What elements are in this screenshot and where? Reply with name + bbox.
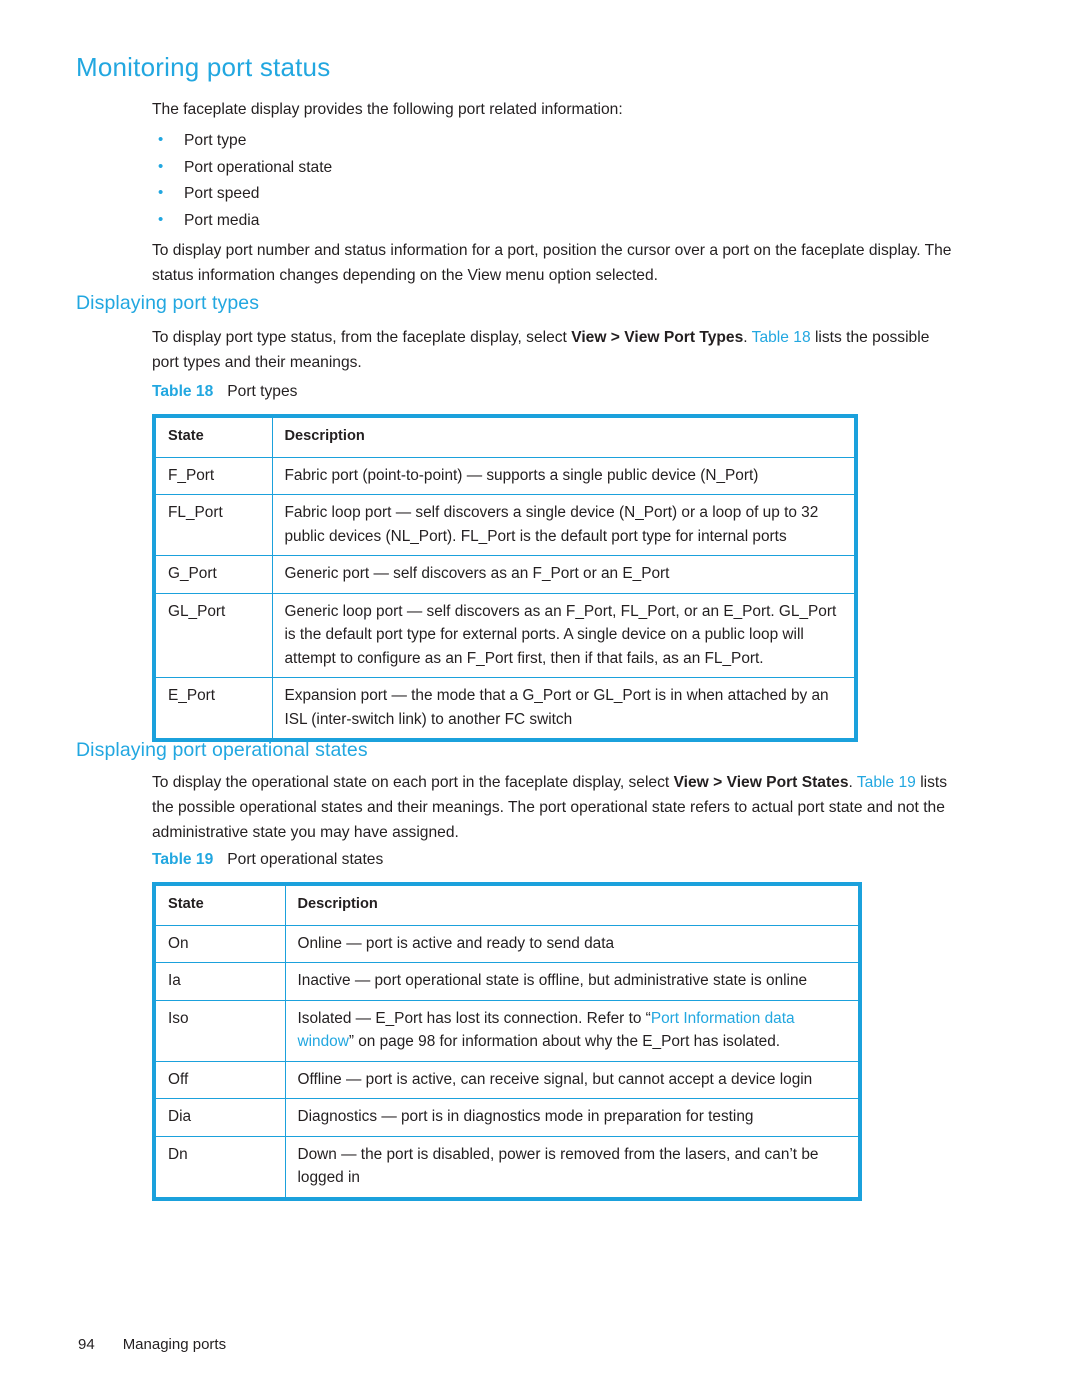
table-row: Iso Isolated — E_Port has lost its conne… xyxy=(153,999,861,1062)
cell-description: Expansion port — the mode that a G_Port … xyxy=(271,677,857,741)
cell-description: Online — port is active and ready to sen… xyxy=(284,924,861,963)
document-page: Monitoring port status The faceplate dis… xyxy=(0,0,1080,1397)
table-port-types: State Description F_Port Fabric port (po… xyxy=(152,414,858,742)
column-header-state: State xyxy=(153,415,273,458)
cell-state: Dia xyxy=(153,1098,286,1137)
table-row: G_Port Generic port — self discovers as … xyxy=(153,555,857,594)
table-19-caption-text: Port operational states xyxy=(227,851,384,868)
cell-description: Diagnostics — port is in diagnostics mod… xyxy=(284,1098,861,1137)
page-footer: 94 Managing ports xyxy=(78,1336,226,1353)
cell-state: FL_Port xyxy=(153,494,273,556)
table-row: E_Port Expansion port — the mode that a … xyxy=(153,677,857,741)
menu-path-view-port-types: View > View Port Types xyxy=(571,329,744,346)
port-states-paragraph-pre: To display the operational state on each… xyxy=(152,774,674,791)
port-types-paragraph: To display port type status, from the fa… xyxy=(152,325,952,375)
cell-state: Dn xyxy=(153,1135,286,1199)
cell-state: Ia xyxy=(153,962,286,1001)
cross-reference-table-18[interactable]: Table 18 xyxy=(752,329,811,346)
cell-state: GL_Port xyxy=(153,592,273,678)
footer-chapter-name: Managing ports xyxy=(122,1336,227,1353)
table-18-caption: Table 18 Port types xyxy=(152,383,297,401)
table-18-caption-label: Table 18 xyxy=(152,383,214,400)
cell-description: Inactive — port operational state is off… xyxy=(284,962,861,1001)
port-information-bullet-list: Port type Port operational state Port sp… xyxy=(152,127,332,235)
table-row: On Online — port is active and ready to … xyxy=(153,924,861,963)
table-header-row: State Description xyxy=(153,883,861,926)
cell-description: Isolated — E_Port has lost its connectio… xyxy=(284,999,861,1062)
table-row: F_Port Fabric port (point-to-point) — su… xyxy=(153,456,857,495)
table-19-caption-label: Table 19 xyxy=(152,851,214,868)
cell-state: G_Port xyxy=(153,555,273,594)
cell-state: Off xyxy=(153,1060,286,1099)
port-types-paragraph-mid: . xyxy=(743,329,752,346)
column-header-description: Description xyxy=(271,415,857,458)
cell-state: F_Port xyxy=(153,456,273,495)
list-item: Port speed xyxy=(152,180,332,208)
cell-description-pre: Isolated — E_Port has lost its connectio… xyxy=(297,1009,651,1027)
table-18-caption-text: Port types xyxy=(227,383,298,400)
cursor-instruction-paragraph: To display port number and status inform… xyxy=(152,242,952,284)
menu-path-view-port-states: View > View Port States xyxy=(673,774,849,791)
table-port-operational-states: State Description On Online — port is ac… xyxy=(152,882,862,1201)
port-types-paragraph-pre: To display port type status, from the fa… xyxy=(152,329,572,346)
table-row: Ia Inactive — port operational state is … xyxy=(153,962,861,1001)
table-row: Off Offline — port is active, can receiv… xyxy=(153,1060,861,1099)
cell-description: Offline — port is active, can receive si… xyxy=(284,1060,861,1099)
column-header-state: State xyxy=(153,883,286,926)
cell-description: Generic port — self discovers as an F_Po… xyxy=(271,555,857,594)
table-row: Dn Down — the port is disabled, power is… xyxy=(153,1135,861,1199)
cell-state: Iso xyxy=(153,999,286,1062)
table-row: GL_Port Generic loop port — self discove… xyxy=(153,592,857,678)
intro-paragraph: The faceplate display provides the follo… xyxy=(152,101,623,118)
cell-description: Down — the port is disabled, power is re… xyxy=(284,1135,861,1199)
cell-description-post: ” on page 98 for information about why t… xyxy=(348,1033,781,1050)
table-row: FL_Port Fabric loop port — self discover… xyxy=(153,494,857,556)
section-heading-displaying-port-types: Displaying port types xyxy=(76,292,260,314)
footer-page-number: 94 xyxy=(78,1336,95,1353)
cell-description: Fabric port (point-to-point) — supports … xyxy=(271,456,857,495)
list-item: Port type xyxy=(152,127,332,155)
cross-reference-table-19[interactable]: Table 19 xyxy=(857,774,916,791)
section-heading-displaying-port-operational-states: Displaying port operational states xyxy=(76,739,368,761)
table-row: Dia Diagnostics — port is in diagnostics… xyxy=(153,1098,861,1137)
cell-description: Generic loop port — self discovers as an… xyxy=(271,592,857,678)
port-states-paragraph-mid: . xyxy=(848,774,857,791)
table-header-row: State Description xyxy=(153,415,857,458)
cell-description: Fabric loop port — self discovers a sing… xyxy=(271,494,857,556)
cell-state: E_Port xyxy=(153,677,273,741)
column-header-description: Description xyxy=(284,883,861,926)
page-title: Monitoring port status xyxy=(76,52,331,82)
table-19-caption: Table 19 Port operational states xyxy=(152,851,383,869)
port-states-paragraph: To display the operational state on each… xyxy=(152,770,964,845)
list-item: Port media xyxy=(152,207,332,235)
list-item: Port operational state xyxy=(152,154,332,182)
cell-state: On xyxy=(153,924,286,963)
